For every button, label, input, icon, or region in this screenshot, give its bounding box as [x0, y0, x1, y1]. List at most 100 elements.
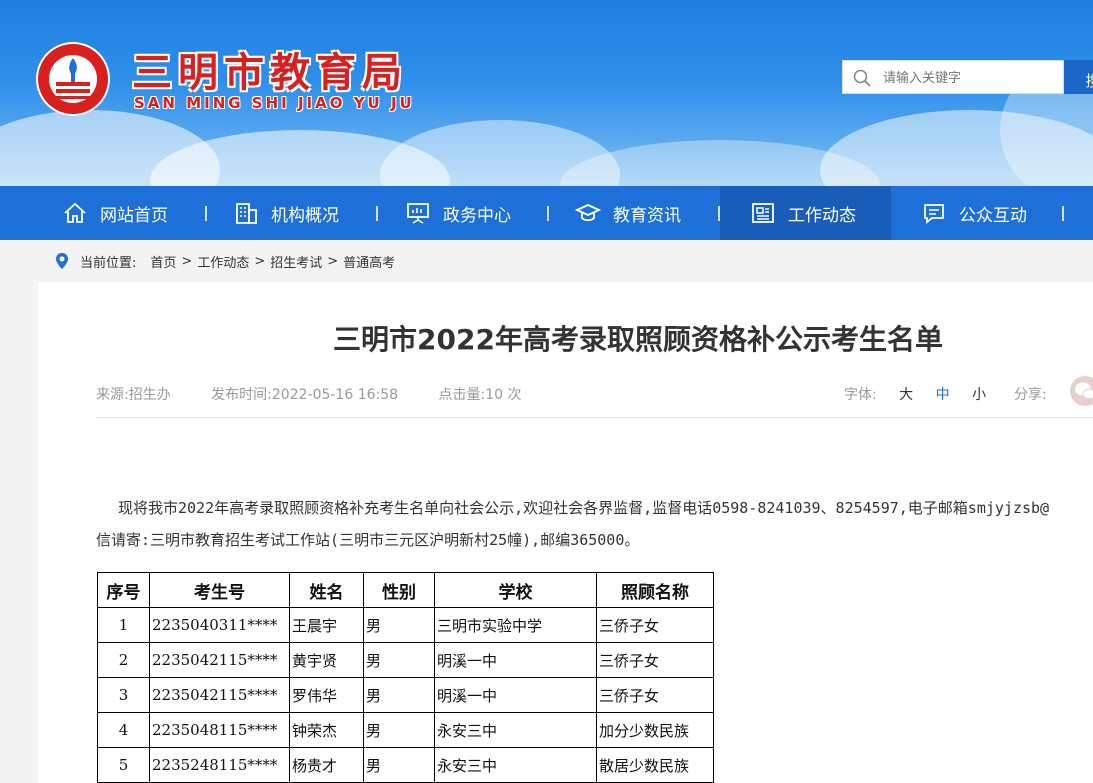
nav-item-home[interactable]: 网站首页 — [62, 186, 168, 240]
nav-divider — [376, 206, 378, 221]
search-icon — [853, 69, 871, 87]
search-button[interactable]: 搜 — [1064, 60, 1093, 94]
table-cell: 明溪一中 — [434, 677, 597, 713]
breadcrumb-separator: > — [327, 253, 339, 269]
table-cell: 散居少数民族 — [596, 747, 714, 783]
font-size-label: 字体: — [844, 387, 877, 403]
font-size-small[interactable]: 小 — [972, 387, 986, 403]
table-cell: 三侨子女 — [596, 677, 714, 713]
table-header: 照顾名称 — [596, 572, 714, 608]
breadcrumb-separator: > — [254, 253, 266, 269]
table-cell: 4 — [97, 712, 150, 748]
table-cell: 2235040311**** — [149, 607, 290, 643]
graduation-cap-icon — [575, 204, 601, 222]
breadcrumb: 当前位置: 首页 > 工作动态 > 招生考试 > 普通高考 — [38, 240, 1093, 282]
table-cell: 三明市实验中学 — [434, 607, 597, 643]
table-cell: 男 — [363, 677, 435, 713]
article-body: 现将我市2022年高考录取照顾资格补充考生名单向社会公示,欢迎社会各界监督,监督… — [96, 492, 1093, 556]
nav-divider — [1062, 206, 1064, 221]
article-title: 三明市2022年高考录取照顾资格补公示考生名单 — [333, 323, 943, 356]
search-box — [842, 60, 1064, 94]
article-published: 发布时间:2022-05-16 16:58 — [211, 387, 399, 403]
site-logo[interactable] — [36, 42, 110, 116]
nav-label: 教育资讯 — [613, 205, 681, 226]
table-row: 1 2235040311**** 王晨宇 男 三明市实验中学 三侨子女 — [97, 607, 714, 643]
table-cell: 2235248115**** — [149, 747, 290, 783]
font-size-medium[interactable]: 中 — [936, 387, 950, 403]
nav-divider — [205, 206, 207, 221]
building-icon — [236, 203, 257, 224]
table-cell: 明溪一中 — [434, 642, 597, 678]
nav-item-work[interactable]: 工作动态 — [720, 186, 891, 240]
table-cell: 男 — [363, 607, 435, 643]
chat-icon — [924, 204, 944, 224]
home-icon — [64, 202, 86, 223]
site-title: 三明市教育局 — [132, 50, 408, 96]
table-cell: 永安三中 — [434, 712, 597, 748]
table-cell: 男 — [363, 712, 435, 748]
breadcrumb-home[interactable]: 首页 — [150, 252, 176, 271]
newspaper-icon — [752, 203, 774, 223]
candidate-table: 序号 考生号 姓名 性别 学校 照顾名称 1 2235040311**** 王晨… — [97, 572, 714, 783]
table-cell: 2 — [97, 642, 150, 678]
article-source: 来源:招生办 — [96, 387, 171, 403]
table-header-row: 序号 考生号 姓名 性别 学校 照顾名称 — [97, 572, 714, 608]
nav-label: 工作动态 — [788, 205, 856, 226]
table-cell: 1 — [97, 607, 150, 643]
nav-item-org[interactable]: 机构概况 — [233, 186, 339, 240]
nav-item-gov[interactable]: 政务中心 — [405, 186, 511, 240]
site-subtitle: SAN MING SHI JIAO YU JU — [134, 94, 415, 112]
share-label: 分享: — [1014, 387, 1047, 403]
nav-item-news[interactable]: 教育资讯 — [575, 186, 681, 240]
table-cell: 男 — [363, 747, 435, 783]
table-cell: 2235042115**** — [149, 642, 290, 678]
table-header: 序号 — [97, 572, 150, 608]
table-cell: 王晨宇 — [289, 607, 364, 643]
table-cell: 2235048115**** — [149, 712, 290, 748]
table-cell: 罗伟华 — [289, 677, 364, 713]
article-paragraph-line2: 信请寄:三明市教育招生考试工作站(三明市三元区沪明新村25幢),邮编365000… — [96, 531, 640, 549]
table-header: 姓名 — [289, 572, 364, 608]
table-cell: 三侨子女 — [596, 607, 714, 643]
table-header: 性别 — [363, 572, 435, 608]
table-cell: 永安三中 — [434, 747, 597, 783]
breadcrumb-gaokao[interactable]: 普通高考 — [343, 252, 395, 271]
table-cell: 3 — [97, 677, 150, 713]
breadcrumb-exam[interactable]: 招生考试 — [270, 252, 322, 271]
breadcrumb-separator: > — [181, 253, 193, 269]
main-nav: 网站首页 机构概况 政务中心 教育资讯 工作动态 公众互动 — [0, 186, 1093, 240]
nav-label: 公众互动 — [959, 205, 1027, 226]
presentation-icon — [407, 203, 429, 224]
article-paragraph-line1: 现将我市2022年高考录取照顾资格补充考生名单向社会公示,欢迎社会各界监督,监督… — [118, 499, 1050, 517]
article-meta: 来源:招生办 发布时间:2022-05-16 16:58 点击量:10 次 — [96, 384, 557, 404]
table-row: 5 2235248115**** 杨贵才 男 永安三中 散居少数民族 — [97, 747, 714, 783]
font-size-control: 字体: 大 中 小 — [844, 384, 986, 404]
table-row: 4 2235048115**** 钟荣杰 男 永安三中 加分少数民族 — [97, 712, 714, 748]
table-cell: 钟荣杰 — [289, 712, 364, 748]
article-views: 点击量:10 次 — [438, 387, 522, 403]
table-cell: 黄宇贤 — [289, 642, 364, 678]
font-size-large[interactable]: 大 — [899, 387, 913, 403]
article-container: 三明市2022年高考录取照顾资格补公示考生名单 来源:招生办 发布时间:2022… — [38, 282, 1093, 783]
table-cell: 杨贵才 — [289, 747, 364, 783]
meta-divider — [96, 417, 1093, 418]
table-header: 学校 — [434, 572, 597, 608]
nav-item-public[interactable]: 公众互动 — [921, 186, 1027, 240]
nav-label: 机构概况 — [271, 205, 339, 226]
nav-label: 政务中心 — [443, 205, 511, 226]
table-cell: 男 — [363, 642, 435, 678]
table-header: 考生号 — [149, 572, 290, 608]
table-cell: 5 — [97, 747, 150, 783]
breadcrumb-prefix: 当前位置: — [80, 255, 137, 271]
location-pin-icon — [56, 253, 68, 269]
table-cell: 加分少数民族 — [596, 712, 714, 748]
breadcrumb-work[interactable]: 工作动态 — [197, 252, 249, 271]
table-cell: 2235042115**** — [149, 677, 290, 713]
nav-divider — [547, 206, 549, 221]
nav-label: 网站首页 — [100, 205, 168, 226]
table-cell: 三侨子女 — [596, 642, 714, 678]
table-row: 3 2235042115**** 罗伟华 男 明溪一中 三侨子女 — [97, 677, 714, 713]
wechat-icon[interactable] — [1070, 376, 1093, 406]
search-input[interactable] — [883, 67, 1058, 89]
site-header: 三明市教育局 SAN MING SHI JIAO YU JU 搜 — [0, 0, 1093, 186]
